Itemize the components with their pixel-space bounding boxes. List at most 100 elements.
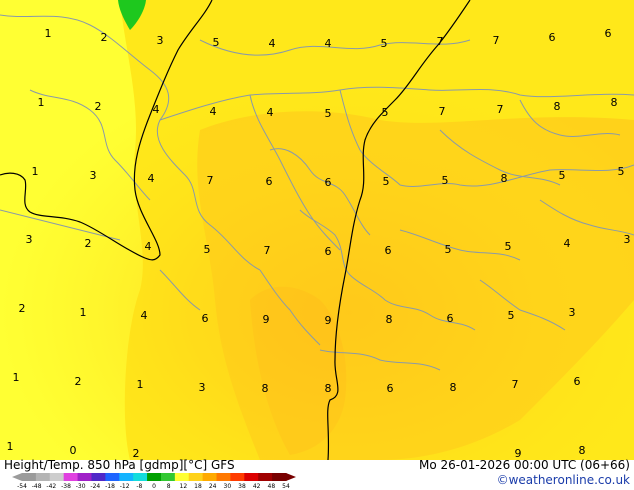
grid-value: 7 (493, 34, 500, 47)
grid-value: 0 (70, 444, 77, 457)
colorbar-swatch (147, 473, 162, 481)
grid-value: 4 (210, 105, 217, 118)
grid-value: 3 (26, 233, 33, 246)
colorbar-swatch (244, 473, 259, 481)
grid-value: 1 (80, 306, 87, 319)
grid-value: 3 (157, 34, 164, 47)
grid-value: 4 (325, 37, 332, 50)
grid-value: 1 (137, 378, 144, 391)
grid-value: 3 (199, 381, 206, 394)
site-credit[interactable]: ©weatheronline.co.uk (497, 473, 630, 487)
colorbar-tick-label: -24 (90, 483, 100, 490)
colorbar-tick-label: 24 (209, 483, 217, 490)
colorbar-swatch (91, 473, 106, 481)
grid-value: 1 (32, 165, 39, 178)
grid-value: 1 (13, 371, 20, 384)
grid-value: 2 (95, 100, 102, 113)
colorbar-swatch (35, 473, 51, 481)
grid-value: 6 (325, 245, 332, 258)
grid-value: 4 (148, 172, 155, 185)
grid-value: 4 (564, 237, 571, 250)
grid-value: 5 (508, 309, 515, 322)
colorbar-tick-label: -54 (17, 483, 27, 490)
grid-value: 6 (266, 175, 273, 188)
colorbar-swatch (174, 473, 190, 481)
colorbar-tick-label: 42 (253, 483, 261, 490)
grid-value: 3 (569, 306, 576, 319)
grid-value: 8 (450, 381, 457, 394)
grid-value: 6 (202, 312, 209, 325)
colorbar-tick-label: 54 (282, 483, 290, 490)
grid-value: 7 (512, 378, 519, 391)
grid-value: 2 (101, 31, 108, 44)
grid-value: 5 (445, 243, 452, 256)
colorbar-swatch (272, 473, 287, 481)
grid-value: 5 (618, 165, 625, 178)
colorbar-swatch (160, 473, 176, 481)
grid-value: 7 (437, 35, 444, 48)
grid-value: 4 (269, 37, 276, 50)
colorbar-swatch (202, 473, 218, 481)
grid-value: 7 (497, 103, 504, 116)
colorbar-swatch (230, 473, 245, 481)
grid-value: 7 (264, 244, 271, 257)
colorbar-tick-label: -48 (32, 483, 42, 490)
colorbar-tick-label: 0 (152, 483, 156, 490)
colorbar-swatch (216, 473, 231, 481)
grid-value: 6 (385, 244, 392, 257)
grid-value: 5 (559, 169, 566, 182)
grid-value: 5 (383, 175, 390, 188)
grid-value: 4 (145, 240, 152, 253)
colorbar-swatch (258, 473, 273, 481)
colorbar-swatch (133, 473, 148, 481)
colorbar-swatch (63, 473, 79, 481)
grid-value: 3 (90, 169, 97, 182)
grid-value: 5 (213, 36, 220, 49)
grid-value: 6 (574, 375, 581, 388)
grid-value: 7 (207, 174, 214, 187)
grid-value: 4 (153, 103, 160, 116)
grid-value: 8 (501, 172, 508, 185)
colorbar-swatch (22, 473, 37, 481)
grid-value: 5 (325, 107, 332, 120)
grid-value: 5 (204, 243, 211, 256)
colorbar-tick-label: -38 (61, 483, 71, 490)
grid-value: 2 (85, 237, 92, 250)
grid-value: 8 (554, 100, 561, 113)
grid-value: 4 (141, 309, 148, 322)
colorbar-swatch (119, 473, 134, 481)
grid-value: 6 (605, 27, 612, 40)
colorbar-tick-label: -8 (136, 483, 142, 490)
colorbar-tick-label: 18 (194, 483, 202, 490)
grid-value: 3 (624, 233, 631, 246)
map-datetime: Mo 26-01-2026 00:00 UTC (06+66) (419, 458, 630, 472)
grid-value: 9 (325, 314, 332, 327)
grid-value: 1 (38, 96, 45, 109)
grid-value: 2 (75, 375, 82, 388)
colorbar-tick-label: -30 (76, 483, 86, 490)
grid-value: 5 (382, 106, 389, 119)
grid-value: 6 (387, 382, 394, 395)
colorbar-tick-label: 38 (238, 483, 246, 490)
grid-value: 4 (267, 106, 274, 119)
grid-value: 5 (442, 174, 449, 187)
grid-value: 8 (325, 382, 332, 395)
grid-value: 6 (447, 312, 454, 325)
colorbar-swatch (188, 473, 204, 481)
colorbar-swatch (49, 473, 65, 481)
grid-value: 8 (386, 313, 393, 326)
colorbar-tick-label: 12 (180, 483, 188, 490)
weather-map: 1 2 3 5 4 4 5 7 7 6 61 2 4 4 4 5 5 7 7 8 81 3 4 7 6 6 5 5 8 5 53 2 4 5 7 6 6… (0, 0, 634, 490)
grid-value: 7 (439, 105, 446, 118)
grid-value: 1 (45, 27, 52, 40)
grid-value: 6 (325, 176, 332, 189)
colorbar-tick-label: 8 (167, 483, 171, 490)
colorbar-swatch (77, 473, 92, 481)
grid-value: 1 (7, 440, 14, 453)
grid-value: 8 (611, 96, 618, 109)
colorbar-tick-label: 30 (224, 483, 232, 490)
map-title: Height/Temp. 850 hPa [gdmp][°C] GFS (4, 458, 235, 472)
colorbar-swatch (105, 473, 120, 481)
colorbar-tick-label: 48 (268, 483, 276, 490)
grid-value: 8 (579, 444, 586, 457)
